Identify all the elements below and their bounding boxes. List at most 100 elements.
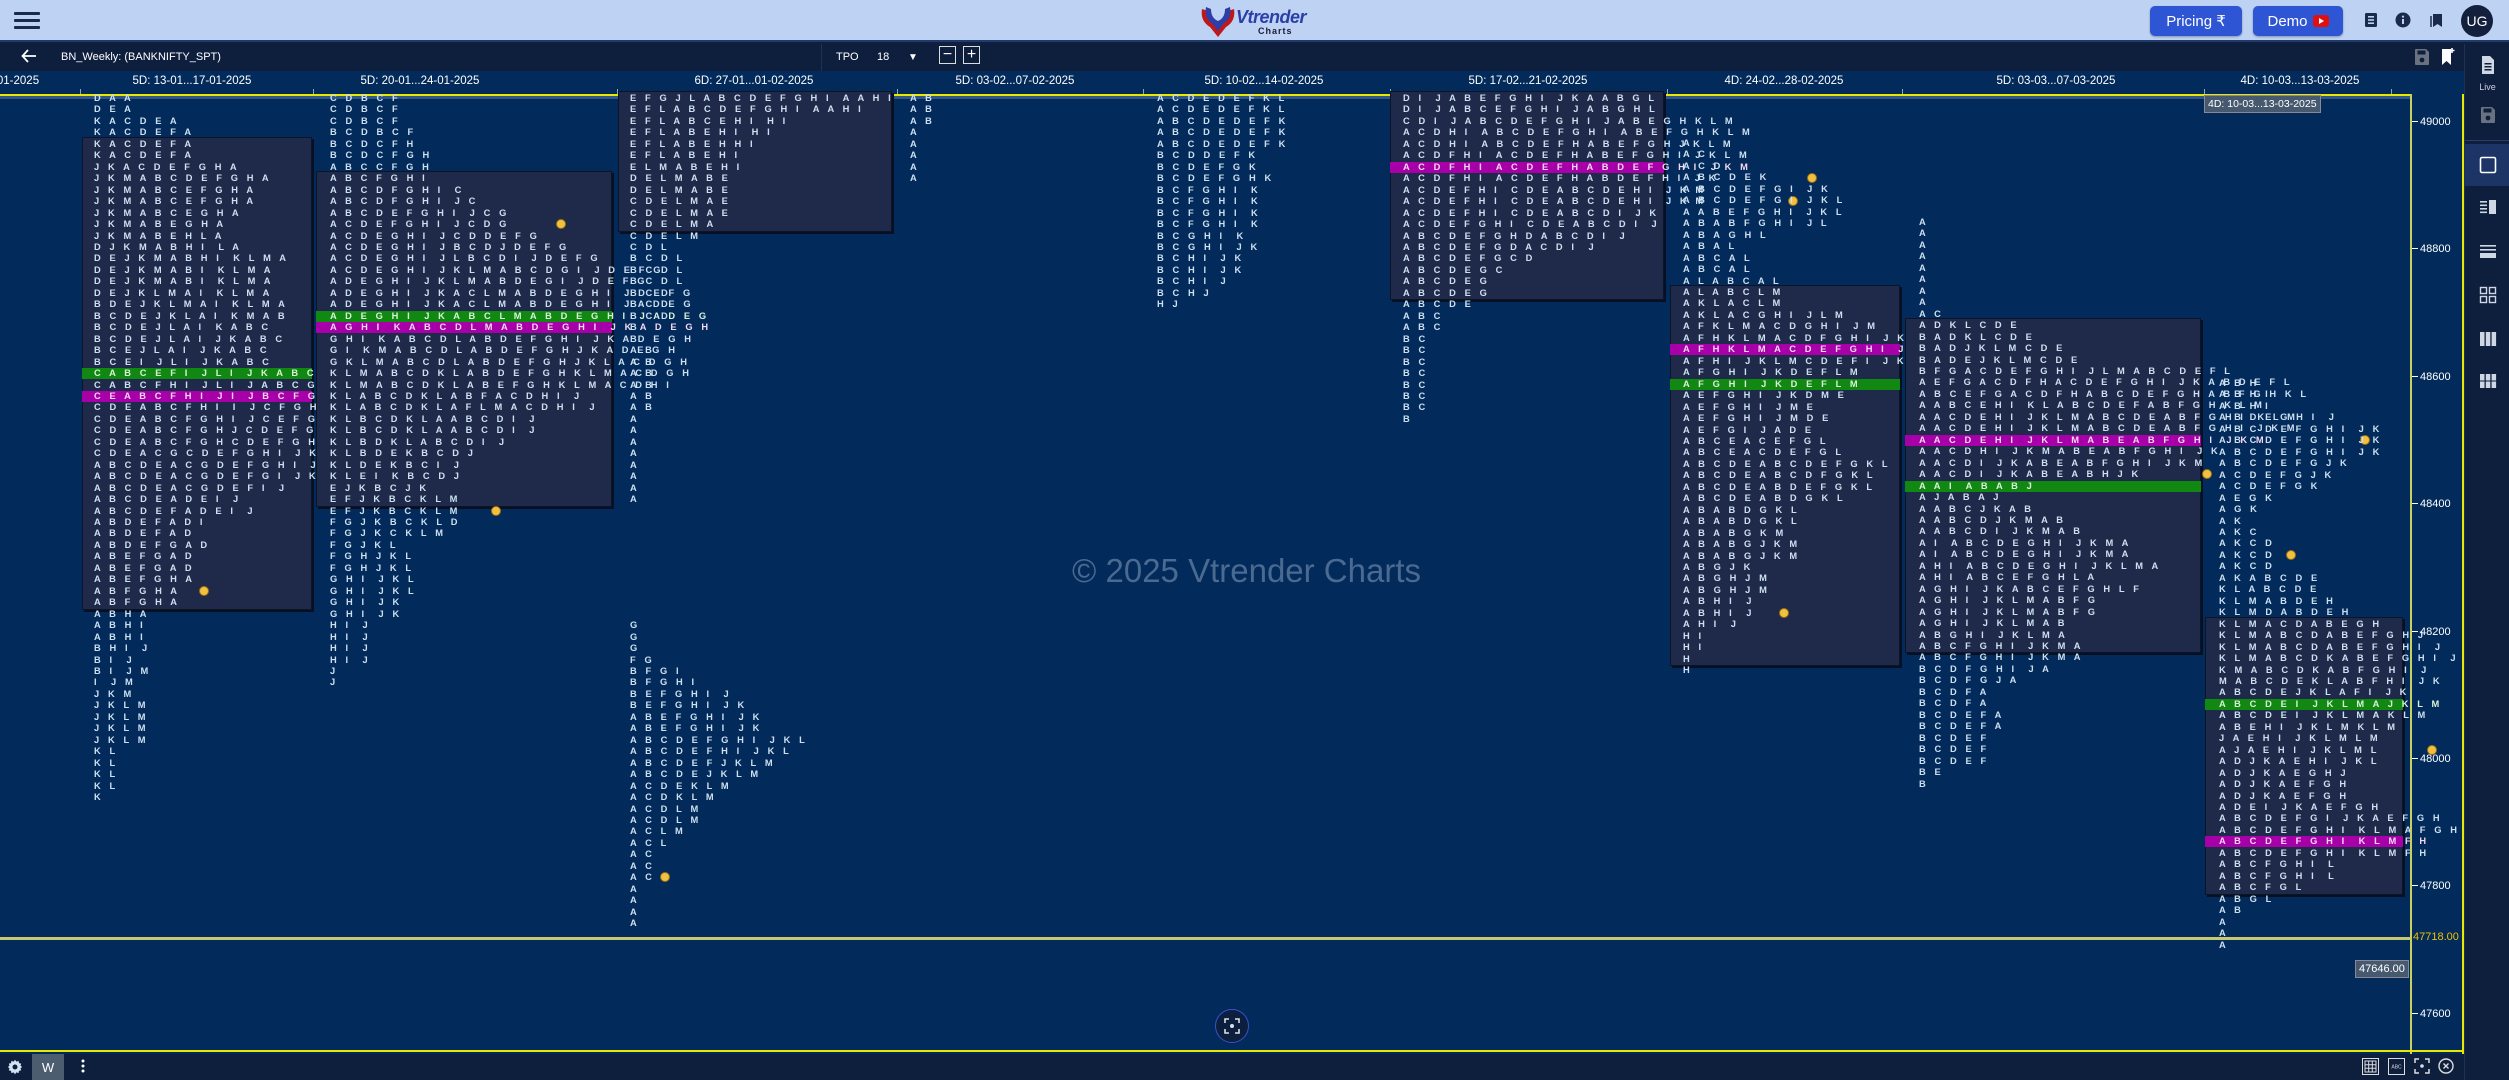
- tpo-row: J K M A B E H L A: [94, 230, 225, 241]
- layout-grid-button[interactable]: [2465, 274, 2509, 316]
- save-icon: [2480, 107, 2495, 123]
- fit-screen-icon[interactable]: [2414, 1058, 2431, 1075]
- svg-text:ABC: ABC: [2391, 1065, 2402, 1071]
- tpo-row: B I J M: [94, 666, 152, 676]
- tpo-row: F G J K B C K L D: [330, 517, 461, 528]
- period-label[interactable]: 4D: 10-03...13-03-2025: [2241, 75, 2360, 87]
- layout-rows-button[interactable]: [2465, 230, 2509, 272]
- tpo-row: G: [630, 620, 641, 631]
- timeframe-weekly-button[interactable]: W: [32, 1054, 64, 1080]
- tpo-row: B C G H I J K: [1157, 241, 1261, 252]
- tpo-row: A B A L: [1683, 241, 1738, 252]
- tpo-row: E F L A B E H I: [630, 150, 741, 161]
- tpo-row: A B A G H L: [1683, 229, 1769, 240]
- zoom-out-button[interactable]: −: [939, 46, 956, 64]
- tpo-row: E F L A B C E H I H I: [630, 115, 789, 126]
- grid-toggle-icon[interactable]: [2362, 1058, 2379, 1075]
- tpo-row: A H I A B C D E G H I J K L M A: [1919, 560, 2162, 571]
- tpo-row: D E J K M A B H I K L M A: [94, 253, 290, 264]
- tpo-row: A: [630, 895, 640, 906]
- chevron-down-icon[interactable]: ▼: [908, 52, 918, 63]
- hamburger-menu-icon[interactable]: [12, 8, 42, 34]
- label-toggle-icon[interactable]: ABC: [2388, 1058, 2405, 1075]
- recenter-button[interactable]: [1215, 1009, 1249, 1043]
- bookmarks-icon[interactable]: [2428, 12, 2446, 30]
- open-marker-icon: [490, 505, 501, 516]
- period-label[interactable]: 6D: 27-01...01-02-2025: [695, 75, 814, 87]
- tpo-row: C D E L M A E: [630, 207, 731, 218]
- demo-label: Demo: [2267, 12, 2308, 30]
- tpo-chart[interactable]: 01-2025 5D: 13-01...17-01-2025 5D: 20-01..…: [0, 71, 2464, 1054]
- tpo-row: A E F G I J A D E: [1683, 424, 1815, 435]
- close-circle-icon[interactable]: [2438, 1058, 2455, 1075]
- tpo-row: A: [2219, 939, 2229, 950]
- live-button[interactable]: [2465, 44, 2509, 86]
- demo-button[interactable]: Demo: [2253, 6, 2343, 36]
- layout-columns-button[interactable]: [2465, 318, 2509, 360]
- tpo-row: A C D E G H I J B C D J D E F G: [330, 241, 570, 252]
- price-tick: [2412, 758, 2418, 759]
- tpo-row: A D K L C D E: [1919, 320, 2020, 331]
- tpo-row: A E F G H I J M D E: [1683, 413, 1832, 424]
- tpo-row: H: [1683, 665, 1693, 676]
- tpo-row: B: [630, 333, 640, 344]
- youtube-icon: [2312, 15, 2329, 27]
- tpo-row: B C F G H I K: [1157, 184, 1261, 195]
- info-icon[interactable]: [2394, 12, 2412, 30]
- poc-row: A A C D E H I J K L M A B E A B F G H I …: [1905, 434, 2264, 446]
- tpo-row: F G J K C K L M: [330, 528, 447, 539]
- vtrender-logo[interactable]: Vtrender Charts: [1198, 3, 1318, 39]
- period-label[interactable]: 4D: 24-02...28-02-2025: [1725, 75, 1844, 87]
- tpo-size-select[interactable]: 18: [877, 51, 889, 63]
- tpo-row: B C D E F G K: [1157, 161, 1259, 172]
- tpo-row: D E A: [94, 104, 134, 115]
- tpo-row: A B C A L: [1683, 264, 1753, 275]
- open-marker-icon: [660, 872, 671, 883]
- layout-grid-3x2-button[interactable]: [2465, 360, 2509, 402]
- period-label[interactable]: 5D: 03-02...07-02-2025: [956, 75, 1075, 87]
- tpo-row: B C D L: [630, 276, 686, 287]
- tpo-row: G: [630, 631, 641, 642]
- tpo-row: A C D E F H I C D E A B C D I J K: [1403, 207, 1660, 218]
- pricing-button[interactable]: Pricing ₹: [2150, 6, 2242, 36]
- tpo-row: A C D E G H I J K L M A B C D G I J D E …: [330, 264, 664, 275]
- period-label[interactable]: 5D: 20-01...24-01-2025: [361, 75, 480, 87]
- layout-single-button[interactable]: [2465, 144, 2509, 186]
- tpo-row: J: [330, 677, 339, 688]
- zoom-in-button[interactable]: +: [963, 46, 980, 64]
- tpo-row: A: [1919, 217, 1929, 227]
- chart-toolbar: BN_Weekly: (BANKNIFTY_SPT) TPO 18 ▼ − +: [0, 44, 2464, 71]
- more-options-icon[interactable]: [80, 1058, 86, 1079]
- period-label[interactable]: 5D: 03-03...07-03-2025: [1997, 75, 2116, 87]
- tpo-row: B E F G H I J K: [630, 700, 748, 711]
- tpo-row: A B C F G H I: [330, 173, 428, 184]
- last-price-label: 47718.00: [2413, 930, 2459, 943]
- tpo-row: K L: [94, 746, 119, 757]
- tpo-row: D J K M A B H I L A: [94, 241, 243, 252]
- add-bookmark-icon[interactable]: [2440, 47, 2456, 67]
- last-price-line: [0, 936, 2410, 940]
- tpo-row: A: [630, 906, 640, 917]
- save-icon[interactable]: [2414, 48, 2430, 66]
- tpo-row: H I: [1683, 642, 1705, 653]
- period-label[interactable]: 5D: 13-01...17-01-2025: [133, 75, 252, 87]
- tpo-row: B I J: [94, 654, 135, 665]
- document-list-icon[interactable]: [2362, 12, 2380, 30]
- tpo-row: A C D E F H I C D E A B C D E H I J K M: [1403, 196, 1707, 207]
- tpo-row: J K M A B E G H A: [94, 219, 227, 230]
- tpo-row: A D J K A E G H J: [2219, 767, 2349, 778]
- tpo-row: B C D E F: [1919, 755, 1990, 766]
- period-label[interactable]: 5D: 17-02...21-02-2025: [1469, 75, 1588, 87]
- live-label: Live: [2479, 82, 2496, 92]
- layout-list-split-button[interactable]: [2465, 186, 2509, 228]
- user-avatar[interactable]: UG: [2461, 5, 2493, 37]
- save-layout-button[interactable]: [2465, 94, 2509, 136]
- tpo-row: A B A B G J K M: [1683, 539, 1801, 550]
- tpo-row: K L: [94, 780, 119, 791]
- tpo-row: A B C E A C D E F G L: [1683, 447, 1845, 458]
- tpo-row: I J M: [94, 677, 136, 688]
- back-arrow-icon[interactable]: [20, 47, 38, 70]
- period-label[interactable]: 5D: 10-02...14-02-2025: [1205, 75, 1324, 87]
- tpo-row: A B C D E F G H I J K: [2219, 435, 2383, 446]
- settings-gear-icon[interactable]: [7, 1059, 23, 1080]
